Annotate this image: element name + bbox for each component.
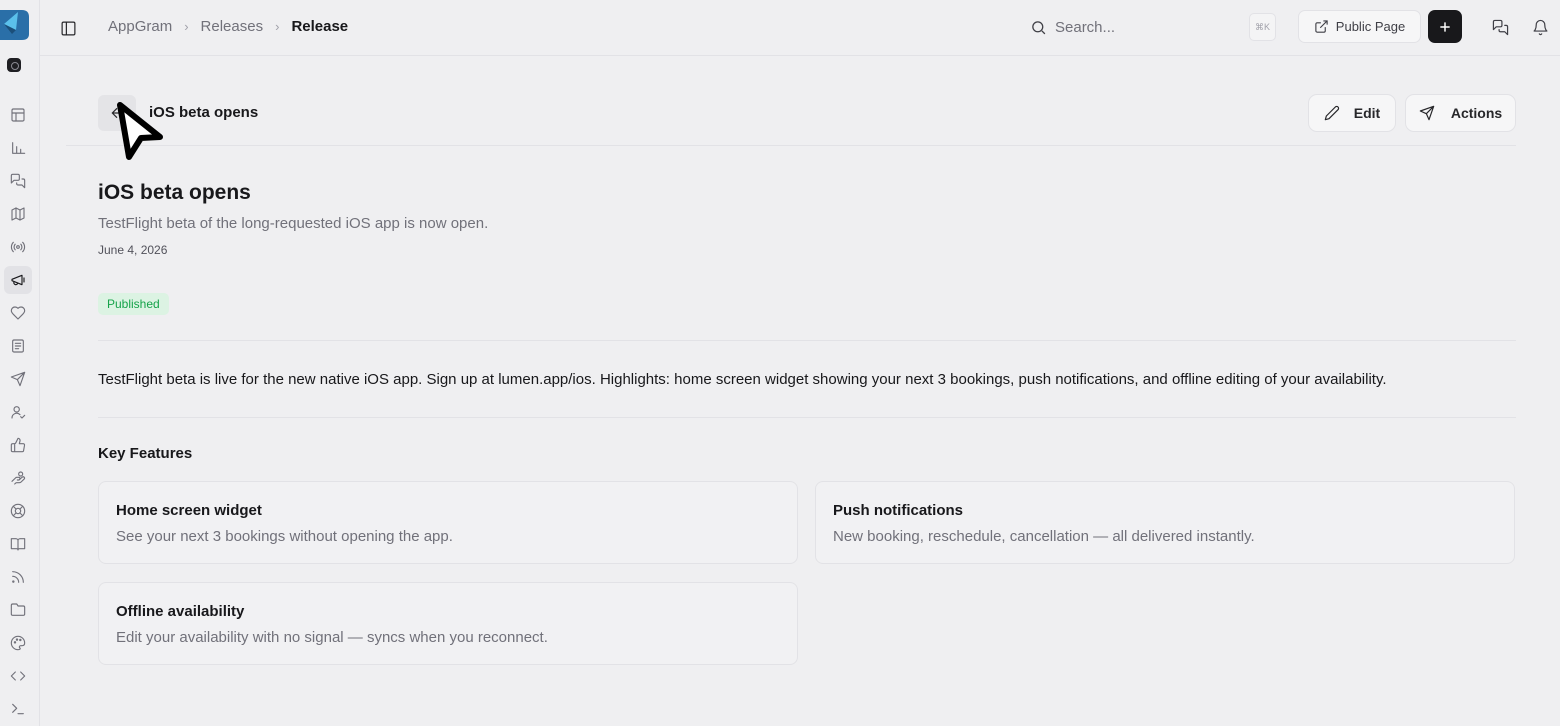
feature-description: Edit your availability with no signal — … xyxy=(116,629,548,646)
search-input[interactable]: Search... xyxy=(1030,16,1115,38)
key-features-heading: Key Features xyxy=(98,445,193,462)
feature-title: Offline availability xyxy=(116,603,245,620)
search-shortcut: ⌘K xyxy=(1249,13,1276,41)
release-body: TestFlight beta is live for the new nati… xyxy=(98,371,1387,388)
edit-button[interactable]: Edit xyxy=(1308,94,1396,132)
chevron-right-icon: › xyxy=(184,19,189,34)
bell-icon[interactable] xyxy=(1530,17,1550,37)
sidebar-toggle-icon[interactable] xyxy=(56,16,80,40)
terminal-icon[interactable] xyxy=(4,695,32,723)
breadcrumb: AppGram › Releases › Release xyxy=(108,18,348,35)
hand-coins-icon[interactable] xyxy=(4,464,32,492)
feature-title: Push notifications xyxy=(833,502,964,519)
edit-label: Edit xyxy=(1353,105,1381,121)
feature-card: Offline availability Edit your availabil… xyxy=(98,582,798,665)
roadmap-icon[interactable] xyxy=(4,200,32,228)
code-icon[interactable] xyxy=(4,662,32,690)
book-icon[interactable] xyxy=(4,530,32,558)
release-subtitle: TestFlight beta of the long-requested iO… xyxy=(98,215,489,232)
status-badge: Published xyxy=(98,293,169,315)
feature-description: New booking, reschedule, cancellation — … xyxy=(833,528,1255,545)
layout-icon[interactable] xyxy=(4,101,32,129)
breadcrumb-current: Release xyxy=(291,18,349,35)
actions-button[interactable]: Actions xyxy=(1405,94,1516,132)
actions-label: Actions xyxy=(1450,105,1503,121)
create-button[interactable] xyxy=(1428,10,1462,43)
feature-description: See your next 3 bookings without opening… xyxy=(116,528,453,545)
header-divider xyxy=(66,145,1516,146)
feature-card: Home screen widget See your next 3 booki… xyxy=(98,481,798,564)
release-detail: iOS beta opens Edit Actions iOS beta ope… xyxy=(40,57,1560,726)
external-link-icon xyxy=(1315,20,1328,33)
app-logo-icon[interactable] xyxy=(0,4,30,40)
chevron-right-icon: › xyxy=(275,19,280,34)
rss-icon[interactable] xyxy=(4,563,32,591)
divider xyxy=(98,417,1516,418)
divider xyxy=(98,340,1516,341)
search-icon xyxy=(1032,20,1046,34)
release-title: iOS beta opens xyxy=(98,181,251,204)
breadcrumb-appgram[interactable]: AppGram xyxy=(108,18,172,35)
help-icon[interactable] xyxy=(4,497,32,525)
thumbs-up-icon[interactable] xyxy=(4,431,32,459)
users-icon[interactable] xyxy=(4,398,32,426)
folder-icon[interactable] xyxy=(4,596,32,624)
send-icon xyxy=(1419,105,1435,121)
feedback-icon[interactable] xyxy=(1490,17,1510,37)
public-page-button[interactable]: Public Page xyxy=(1298,10,1421,43)
feature-title: Home screen widget xyxy=(116,502,262,519)
forms-icon[interactable] xyxy=(4,332,32,360)
pencil-icon xyxy=(1324,105,1339,121)
broadcast-icon[interactable] xyxy=(4,233,32,261)
public-page-label: Public Page xyxy=(1335,19,1406,34)
app-window: AppGram › Releases › Release Search... ⌘… xyxy=(0,0,1560,726)
heart-icon[interactable] xyxy=(4,299,32,327)
mouse-cursor-icon xyxy=(117,102,163,160)
icon-rail xyxy=(0,0,40,726)
top-bar: AppGram › Releases › Release Search... ⌘… xyxy=(40,0,1560,56)
workspace-switcher-icon[interactable] xyxy=(7,58,21,72)
feature-card: Push notifications New booking, reschedu… xyxy=(815,481,1515,564)
megaphone-icon[interactable] xyxy=(4,266,32,294)
send-icon[interactable] xyxy=(4,365,32,393)
plus-icon xyxy=(1440,21,1450,32)
breadcrumb-releases[interactable]: Releases xyxy=(201,18,264,35)
palette-icon[interactable] xyxy=(4,629,32,657)
release-date: June 4, 2026 xyxy=(98,243,168,257)
messages-icon[interactable] xyxy=(4,167,32,195)
analytics-icon[interactable] xyxy=(4,134,32,162)
search-placeholder: Search... xyxy=(1055,18,1116,36)
